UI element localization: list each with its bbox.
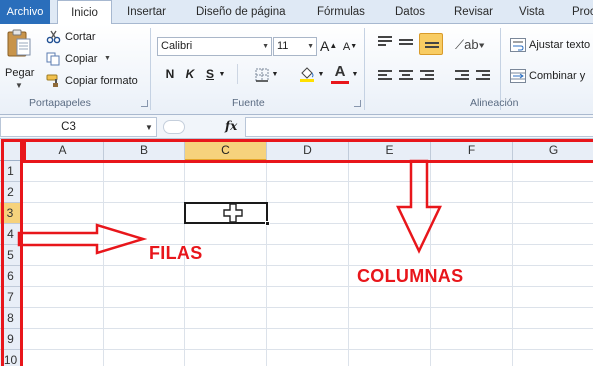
paste-label: Pegar [5,67,35,79]
font-launcher-icon[interactable] [354,100,361,107]
group-divider [364,28,365,110]
formula-bar: C3 ▼ fx [0,115,593,139]
tab-formulas[interactable]: Fórmulas [317,0,365,24]
font-color-swatch [331,81,349,84]
tab-review[interactable]: Revisar [454,0,493,24]
copy-label: Copiar [65,53,98,65]
grow-font-button[interactable]: A▲ [320,36,338,56]
align-bottom-button[interactable] [419,33,443,55]
ribbon-tab-bar: Archivo Inicio Insertar Diseño de página… [0,0,593,25]
formula-input[interactable] [245,117,593,137]
tab-file[interactable]: Archivo [0,0,50,24]
chevron-down-icon: ▼ [104,55,111,62]
tab-view[interactable]: Vista [519,0,544,24]
paste-icon [7,29,31,57]
align-bottom-icon [425,42,439,54]
align-center-icon[interactable] [399,70,413,82]
tab-more[interactable]: Proc [572,0,593,24]
clipboard-group-label: Portapapeles [29,97,91,109]
chevron-down-icon: ▼ [307,43,314,50]
gridline [22,349,593,350]
group-divider [150,28,151,110]
italic-button[interactable]: K [182,64,198,84]
underline-button[interactable]: S [202,64,218,84]
align-left-icon[interactable] [378,70,392,82]
gridline [103,161,104,366]
tab-page-layout[interactable]: Diseño de página [196,0,286,24]
merge-center-label: Combinar y [529,70,586,82]
grow-font-label: A [320,38,330,54]
shrink-font-button[interactable]: A▼ [342,37,358,57]
gridline [348,161,349,366]
columns-annotation-label: COLUMNAS [357,266,464,286]
font-size-value: 11 [277,40,289,52]
insert-function-button[interactable]: fx [225,119,237,133]
tab-insert[interactable]: Insertar [127,0,166,24]
text-orientation-icon[interactable]: ⟋ab▾ [455,37,485,53]
font-group-label: Fuente [232,97,265,109]
fill-handle[interactable] [265,221,270,226]
bold-button[interactable]: N [162,64,178,84]
chevron-down-icon[interactable]: ▼ [316,65,326,85]
chevron-down-icon[interactable]: ▼ [145,123,153,132]
name-box[interactable]: C3 [0,117,157,137]
borders-icon[interactable] [255,68,269,82]
fill-color-icon[interactable] [298,65,316,83]
gridline [22,328,593,329]
caret-down-icon: ▼ [350,43,358,50]
align-top-icon[interactable] [378,36,392,48]
cell-select-cursor-icon [223,203,243,223]
columns-arrow-icon [396,159,442,254]
align-right-icon[interactable] [420,70,434,82]
caret-up-icon: ▲ [329,41,338,50]
format-painter-label: Copiar formato [65,75,138,87]
rows-annotation-label: FILAS [149,243,203,263]
wrap-text-icon [510,38,526,52]
alignment-group-label: Alineación [470,97,519,109]
gridline [22,202,593,203]
columns-highlight-box [23,139,593,163]
font-family-value: Calibri [161,40,193,52]
cut-label: Cortar [65,31,96,43]
chevron-down-icon[interactable]: ▼ [270,65,280,85]
font-color-label: A [334,63,346,80]
gridline [22,286,593,287]
paintbrush-icon [46,74,58,87]
font-color-button[interactable]: A [332,62,348,82]
gridline [512,161,513,366]
scissors-icon [46,30,61,44]
gridline [22,181,593,182]
merge-cells-icon [510,69,526,83]
font-family-select[interactable]: Calibri ▼ [157,37,272,56]
gridline [22,307,593,308]
tab-data[interactable]: Datos [395,0,425,24]
wrap-text-label: Ajustar texto [529,39,591,51]
font-size-select[interactable]: 11 ▼ [273,37,317,56]
align-middle-icon[interactable] [399,39,413,51]
clipboard-launcher-icon[interactable] [141,100,148,107]
ribbon: Pegar ▼ Cortar Copiar ▼ Copiar formato P… [0,24,593,115]
divider [237,64,238,84]
chevron-down-icon[interactable]: ▼ [217,65,227,85]
formula-bar-splitter[interactable] [163,120,185,134]
tab-home[interactable]: Inicio [57,0,112,25]
chevron-down-icon[interactable]: ▼ [350,65,360,85]
rows-arrow-icon [17,223,147,255]
gridline [266,161,267,366]
gridline [22,265,593,266]
decrease-indent-icon[interactable] [455,70,469,82]
copy-icon [46,52,60,66]
chevron-down-icon: ▼ [15,81,23,90]
increase-indent-icon[interactable] [476,70,490,82]
chevron-down-icon: ▼ [262,43,269,50]
